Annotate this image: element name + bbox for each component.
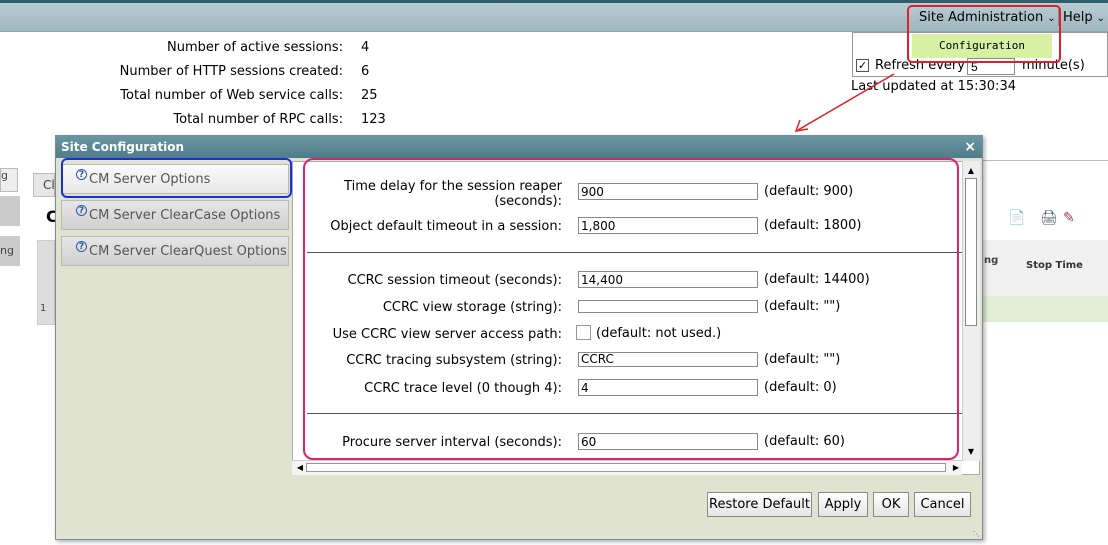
- field-default-ccrc-session-timeout: (default: 14400): [764, 272, 870, 287]
- field-label-view-server-path: Use CCRC view server access path:: [332, 327, 562, 342]
- background-table-row: [962, 296, 1108, 322]
- background-tab-partial: Cl: [33, 173, 55, 197]
- resize-grip-icon[interactable]: ⋱: [973, 530, 981, 538]
- background-row-number: 1: [40, 303, 47, 314]
- scroll-up-icon[interactable]: ▲: [965, 166, 977, 176]
- view-server-path-checkbox[interactable]: [576, 325, 591, 340]
- stat-value-active-sessions: 4: [361, 40, 370, 55]
- field-label-session-reaper: Time delay for the session reaper (secon…: [344, 179, 562, 209]
- scroll-right-icon[interactable]: ▶: [950, 463, 962, 473]
- background-tab: ng: [0, 236, 20, 266]
- site-configuration-dialog: Site Configuration × ? CM Server Options…: [55, 135, 983, 540]
- background-tab: g: [0, 168, 18, 192]
- stat-label-rpc-calls: Total number of RPC calls:: [173, 112, 343, 127]
- ok-button[interactable]: OK: [873, 492, 909, 517]
- menu-divider: [1058, 8, 1059, 26]
- minutes-label: minute(s): [1022, 58, 1085, 73]
- ccrc-tracing-input[interactable]: [578, 352, 758, 367]
- close-icon[interactable]: ×: [964, 136, 976, 158]
- horizontal-scroll-thumb[interactable]: [306, 463, 946, 472]
- apply-button[interactable]: Apply: [818, 492, 868, 517]
- object-timeout-input[interactable]: [578, 217, 758, 234]
- stat-value-rpc-calls: 123: [361, 112, 386, 127]
- background-tab-text: ng: [0, 244, 14, 257]
- stat-label-http-sessions: Number of HTTP sessions created:: [119, 64, 343, 79]
- cancel-button[interactable]: Cancel: [914, 492, 971, 517]
- print-icon[interactable]: 🖨: [1040, 210, 1058, 226]
- procure-interval-input[interactable]: [578, 433, 758, 450]
- section-divider: [307, 413, 963, 414]
- dialog-title: Site Configuration: [56, 136, 982, 158]
- stop-time-header: Stop Time: [1026, 260, 1083, 271]
- configuration-menu-item[interactable]: Configuration: [912, 34, 1052, 58]
- field-default-ccrc-tracing: (default: ""): [764, 352, 841, 367]
- site-administration-label: Site Administration: [919, 10, 1044, 25]
- export-icon[interactable]: 📄: [1008, 210, 1025, 226]
- field-default-session-reaper: (default: 900): [764, 184, 854, 199]
- scroll-left-icon[interactable]: ◀: [294, 463, 306, 473]
- section-divider: [307, 252, 963, 253]
- field-default-object-timeout: (default: 1800): [764, 218, 862, 233]
- background-tab-text: g: [1, 169, 8, 182]
- field-label-object-timeout: Object default timeout in a session:: [330, 219, 562, 234]
- ccrc-trace-level-input[interactable]: [578, 379, 758, 396]
- background-tab: [0, 196, 20, 226]
- stat-value-http-sessions: 6: [361, 64, 370, 79]
- help-icon: ?: [76, 241, 87, 252]
- nav-label: CM Server Options: [89, 172, 211, 187]
- session-reaper-input[interactable]: [578, 183, 758, 200]
- field-label-ccrc-view-storage: CCRC view storage (string):: [382, 300, 562, 315]
- field-default-ccrc-view-storage: (default: ""): [764, 299, 841, 314]
- background-divider: [980, 160, 1108, 161]
- field-default-procure-interval: (default: 60): [764, 434, 845, 449]
- scroll-down-icon[interactable]: ▼: [965, 447, 977, 457]
- chevron-down-icon: ⌄: [1096, 13, 1106, 24]
- field-label-ccrc-tracing: CCRC tracing subsystem (string):: [346, 353, 562, 368]
- help-label: Help: [1063, 10, 1093, 25]
- nav-label: CM Server ClearCase Options: [89, 208, 281, 223]
- refresh-interval-input[interactable]: [967, 58, 1015, 75]
- nav-label: CM Server ClearQuest Options: [89, 244, 287, 259]
- annotation-arrow: [794, 73, 895, 132]
- site-administration-menu[interactable]: Site Administration ⌄: [919, 3, 1056, 32]
- settings-icon[interactable]: ✎: [1063, 210, 1075, 226]
- restore-default-button[interactable]: Restore Default: [707, 492, 812, 517]
- ccrc-session-timeout-input[interactable]: [578, 271, 758, 288]
- stat-value-web-service-calls: 25: [361, 88, 378, 103]
- help-icon: ?: [76, 169, 87, 180]
- nav-cm-server-options[interactable]: ? CM Server Options: [61, 164, 289, 194]
- chevron-down-icon: ⌄: [1047, 13, 1056, 24]
- background-col-partial: ng: [984, 255, 999, 266]
- stat-label-web-service-calls: Total number of Web service calls:: [120, 88, 343, 103]
- field-default-ccrc-trace-level: (default: 0): [764, 380, 837, 395]
- vertical-scroll-thumb[interactable]: [965, 178, 977, 326]
- field-label-ccrc-session-timeout: CCRC session timeout (seconds):: [347, 273, 562, 288]
- nav-cm-server-clearquest-options[interactable]: ? CM Server ClearQuest Options: [61, 236, 289, 266]
- nav-cm-server-clearcase-options[interactable]: ? CM Server ClearCase Options: [61, 200, 289, 230]
- ccrc-view-storage-input[interactable]: [578, 300, 758, 313]
- options-panel: Time delay for the session reaper (secon…: [292, 161, 980, 475]
- field-label-ccrc-trace-level: CCRC trace level (0 though 4):: [364, 381, 562, 396]
- field-default-view-server-path: (default: not used.): [596, 326, 722, 341]
- help-icon: ?: [76, 205, 87, 216]
- stat-label-active-sessions: Number of active sessions:: [167, 40, 343, 55]
- help-menu[interactable]: Help ⌄: [1063, 3, 1105, 32]
- field-label-procure-interval: Procure server interval (seconds):: [342, 435, 562, 450]
